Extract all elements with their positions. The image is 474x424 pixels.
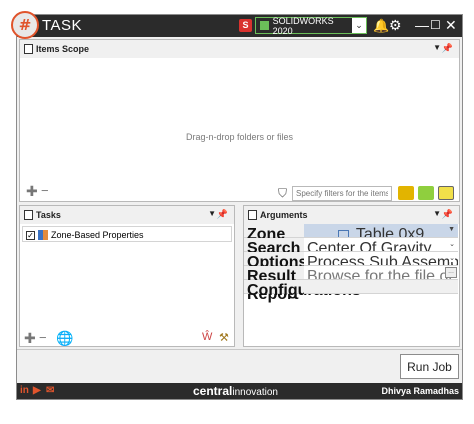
- search-by-select[interactable]: Center Of Gravity ⌄: [304, 238, 458, 252]
- items-scope-title: Items Scope: [36, 44, 90, 54]
- result-report-input[interactable]: Browse for the file or enter the file pa…: [304, 266, 458, 280]
- pin-icon[interactable]: 📌: [217, 209, 228, 220]
- gear-icon[interactable]: ⚙: [389, 17, 402, 34]
- list-item[interactable]: ✓ Zone-Based Properties: [26, 230, 144, 240]
- clipboard-icon: [24, 210, 33, 220]
- tasks-header: Tasks ▼ 📌: [20, 206, 234, 224]
- argument-row-options[interactable]: Options Process Sub Assemblies, Process …: [244, 252, 458, 271]
- chevron-down-icon[interactable]: ⌄: [449, 240, 455, 248]
- arguments-panel: Arguments ▼ 📌 Zone Rules Table 0x9 ▼ Sea…: [243, 205, 460, 347]
- chevron-down-icon[interactable]: ⌄: [352, 18, 366, 33]
- argument-key: Configurations: [244, 280, 361, 299]
- caret-down-icon[interactable]: ▼: [208, 209, 216, 218]
- maximize-icon[interactable]: ☐: [430, 18, 441, 32]
- task-window: # TASK S SOLIDWORKS 2020 ❐ ⌄ 🔔 ⚙ — ☐ ✕ I…: [11, 11, 463, 400]
- task-checkbox[interactable]: ✓: [26, 230, 35, 240]
- argument-row-result-report[interactable]: Result Report Browse for the file or ent…: [244, 266, 458, 303]
- argument-value: Center Of Gravity: [307, 240, 432, 252]
- brand-tagline: innovation: [232, 387, 278, 398]
- solidworks-mini-icon: [260, 21, 269, 30]
- zone-rules-value[interactable]: Table 0x9 ▼: [304, 224, 458, 238]
- argument-value: Process Sub Assemblies, Process Part...: [307, 254, 458, 266]
- argument-value: Table 0x9: [355, 226, 425, 238]
- solidworks-icon[interactable]: S: [239, 19, 252, 32]
- argument-key: Result Report: [244, 266, 304, 303]
- linkedin-icon[interactable]: in: [20, 385, 29, 396]
- argument-row-zone-rules[interactable]: Zone Rules Table 0x9 ▼: [244, 224, 458, 261]
- add-icon[interactable]: ✚: [26, 183, 38, 200]
- zone-properties-icon: [38, 230, 48, 240]
- browse-button[interactable]: ...: [445, 267, 457, 278]
- tasks-panel: Tasks ▼ 📌 ✓ Zone-Based Properties ✚ − 🌐 …: [19, 205, 235, 347]
- filter-icon[interactable]: ⛉: [278, 186, 287, 201]
- remove-icon[interactable]: −: [41, 183, 49, 198]
- divider: [17, 349, 462, 350]
- hammer-icon[interactable]: ⚒: [219, 331, 229, 344]
- brand-logo: centralinnovation: [193, 384, 278, 398]
- youtube-icon[interactable]: ▶: [33, 385, 41, 396]
- options-select[interactable]: Process Sub Assemblies, Process Part... …: [304, 252, 458, 266]
- argument-key: Zone Rules: [244, 224, 304, 261]
- run-job-button[interactable]: Run Job: [400, 354, 459, 379]
- task-label: Zone-Based Properties: [51, 230, 144, 240]
- argument-key: Search By: [244, 238, 304, 275]
- document-icon: [24, 44, 33, 54]
- author-name: Dhivya Ramadhas: [381, 386, 459, 396]
- add-task-icon[interactable]: ✚: [24, 330, 36, 347]
- title-bar: # TASK S SOLIDWORKS 2020 ❐ ⌄ 🔔 ⚙ — ☐ ✕: [11, 11, 462, 39]
- argument-row-search-by[interactable]: Search By Center Of Gravity ⌄: [244, 238, 458, 275]
- add-files-icon[interactable]: [398, 186, 414, 200]
- bell-icon[interactable]: 🔔: [373, 18, 389, 34]
- caret-down-icon[interactable]: ▼: [433, 43, 441, 52]
- items-scope-panel: Items Scope ▼ 📌 Drag-n-drop folders or f…: [19, 39, 460, 202]
- drop-zone[interactable]: Drag-n-drop folders or files ✚ − ⛉: [20, 58, 459, 201]
- arguments-header: Arguments ▼ 📌: [244, 206, 459, 224]
- dropdown-arrow-icon[interactable]: ▼: [448, 226, 455, 233]
- tasks-title: Tasks: [36, 210, 61, 220]
- app-title: TASK: [42, 17, 83, 34]
- pin-icon[interactable]: 📌: [442, 43, 453, 54]
- arguments-icon: [248, 210, 257, 220]
- argument-value: Browse for the file or enter the file pa…: [307, 268, 458, 280]
- version-select[interactable]: SOLIDWORKS 2020 ❐ ⌄: [255, 15, 367, 36]
- mail-icon[interactable]: ✉: [46, 385, 54, 396]
- table-icon: [337, 230, 349, 237]
- argument-row-configurations[interactable]: Configurations: [244, 280, 458, 299]
- remove-task-icon[interactable]: −: [39, 330, 47, 345]
- brand-name: central: [193, 384, 233, 398]
- argument-key: Options: [244, 252, 307, 271]
- pin-icon[interactable]: 📌: [442, 209, 453, 220]
- chevron-down-icon[interactable]: ⌄: [449, 254, 455, 262]
- configurations-value[interactable]: [304, 280, 458, 294]
- globe-icon[interactable]: 🌐: [56, 330, 73, 347]
- add-folder-icon[interactable]: [418, 186, 434, 200]
- filter-input[interactable]: [292, 186, 392, 201]
- grid-view-icon[interactable]: [438, 186, 454, 200]
- items-scope-header: Items Scope ▼ 📌: [20, 40, 459, 58]
- close-icon[interactable]: ✕: [445, 17, 457, 34]
- version-select-label: SOLIDWORKS 2020: [272, 15, 334, 36]
- caret-down-icon[interactable]: ▼: [433, 209, 441, 218]
- footer-bar: in ▶ ✉ centralinnovation Dhivya Ramadhas: [17, 383, 462, 399]
- app-logo: #: [11, 11, 39, 39]
- drop-zone-hint: Drag-n-drop folders or files: [185, 132, 294, 142]
- minimize-icon[interactable]: —: [415, 17, 429, 33]
- wizard-icon[interactable]: Ŵ: [202, 331, 212, 343]
- arguments-title: Arguments: [260, 210, 308, 220]
